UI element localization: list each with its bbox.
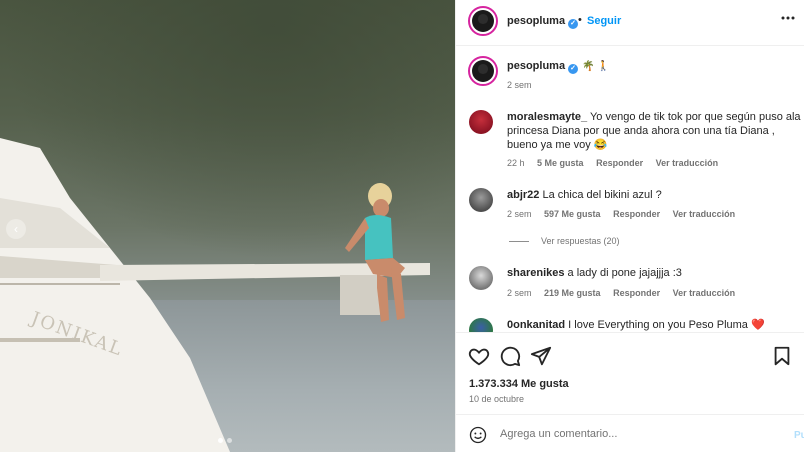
- caption-author-avatar[interactable]: [468, 56, 498, 86]
- post-actions: 1.373.334 Me gusta 10 de octubre: [456, 332, 804, 414]
- previous-image-button[interactable]: ‹: [6, 219, 26, 239]
- comment-likes[interactable]: 597 Me gusta: [544, 209, 601, 219]
- commenter-avatar[interactable]: [469, 266, 493, 290]
- woman-figure: [345, 183, 405, 322]
- comment-time[interactable]: 2 sem: [507, 209, 532, 219]
- comment-likes[interactable]: 219 Me gusta: [544, 288, 601, 298]
- likes-count[interactable]: 1.373.334 Me gusta: [469, 378, 569, 390]
- caption-text: 🌴 🚶: [582, 61, 610, 72]
- add-comment-bar: Pu: [456, 414, 804, 452]
- comment-time[interactable]: 2 sem: [507, 288, 532, 298]
- emoji-picker-icon[interactable]: [469, 426, 487, 444]
- carousel-dot: [227, 438, 232, 443]
- commenter-username[interactable]: moralesmayte_: [507, 111, 587, 123]
- comment-item: 0onkanitad I love Everything on you Peso…: [456, 318, 804, 332]
- translate-button[interactable]: Ver traducción: [673, 288, 736, 298]
- comment-likes[interactable]: 5 Me gusta: [537, 158, 584, 168]
- commenter-avatar[interactable]: [469, 110, 493, 134]
- commenter-username[interactable]: 0onkanitad: [507, 319, 565, 331]
- comment-meta: 22 h 5 Me gusta Responder Ver traducción: [507, 158, 728, 168]
- verified-badge-icon: ✓: [568, 64, 579, 74]
- translate-button[interactable]: Ver traducción: [656, 158, 719, 168]
- separator-dot: •: [578, 14, 582, 26]
- like-heart-icon[interactable]: [468, 345, 490, 367]
- reply-button[interactable]: Responder: [613, 288, 660, 298]
- comment-time[interactable]: 22 h: [507, 158, 525, 168]
- commenter-username[interactable]: abjr22: [507, 189, 539, 201]
- comment-input[interactable]: [500, 425, 780, 443]
- comment-text: moralesmayte_ Yo vengo de tik tok por qu…: [507, 111, 801, 151]
- post-side-panel: pesopluma ✓ • Seguir pesopluma ✓ 🌴 🚶 2 sem …: [455, 0, 804, 452]
- post-comment-button[interactable]: Pu: [794, 430, 804, 441]
- reply-button[interactable]: Responder: [596, 158, 643, 168]
- comment-bubble-icon[interactable]: [499, 345, 521, 367]
- more-options-icon[interactable]: [781, 16, 795, 20]
- view-replies-button[interactable]: Ver respuestas (20): [509, 236, 620, 246]
- carousel-dot: [218, 438, 223, 443]
- carousel-dots: [218, 438, 232, 443]
- verified-badge-icon: ✓: [568, 19, 579, 29]
- share-send-icon[interactable]: [530, 345, 552, 367]
- commenter-avatar[interactable]: [469, 188, 493, 212]
- comment-text: abjr22 La chica del bikini azul ?: [507, 189, 662, 201]
- commenter-username[interactable]: sharenikes: [507, 267, 564, 279]
- save-bookmark-icon[interactable]: [771, 345, 793, 367]
- reply-button[interactable]: Responder: [613, 209, 660, 219]
- translate-button[interactable]: Ver traducción: [673, 209, 736, 219]
- commenter-avatar[interactable]: [469, 318, 493, 332]
- comment-meta: 2 sem 219 Me gusta Responder Ver traducc…: [507, 288, 745, 298]
- comment-text: 0onkanitad I love Everything on you Peso…: [507, 319, 765, 331]
- follow-button[interactable]: Seguir: [587, 15, 621, 27]
- comment-text: sharenikes a lady di pone jajajjja :3: [507, 267, 682, 279]
- caption-time[interactable]: 2 sem: [507, 80, 532, 90]
- author-avatar[interactable]: [468, 6, 498, 36]
- post-photo[interactable]: JONIKAL ‹: [0, 0, 455, 452]
- comment-meta: 2 sem 597 Me gusta Responder Ver traducc…: [507, 209, 745, 219]
- replies-divider: [509, 241, 529, 243]
- author-username[interactable]: pesopluma ✓: [507, 15, 579, 29]
- post-header: pesopluma ✓ • Seguir: [456, 0, 804, 46]
- caption-author-username[interactable]: pesopluma ✓ 🌴 🚶: [507, 60, 610, 74]
- post-date[interactable]: 10 de octubre: [469, 394, 524, 404]
